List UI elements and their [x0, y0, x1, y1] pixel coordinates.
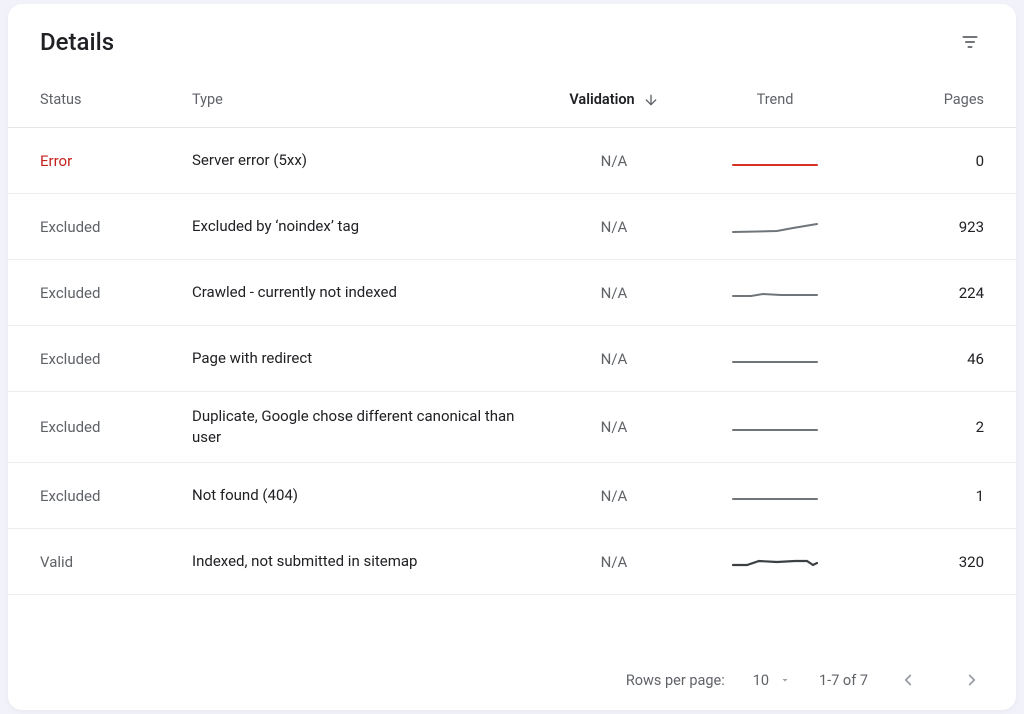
status-cell: Error: [40, 152, 192, 170]
status-cell: Excluded: [40, 418, 192, 436]
type-cell: Indexed, not submitted in sitemap: [192, 551, 528, 572]
type-cell: Page with redirect: [192, 348, 528, 369]
dropdown-icon: [779, 674, 791, 686]
status-cell: Excluded: [40, 218, 192, 236]
trend-sparkline: [731, 149, 819, 173]
pages-cell: 2: [850, 418, 984, 436]
table-header-row: Status Type Validation Trend Pages: [8, 72, 1016, 128]
status-cell: Excluded: [40, 284, 192, 302]
col-header-pages[interactable]: Pages: [850, 91, 984, 108]
trend-sparkline: [731, 550, 819, 574]
trend-sparkline: [731, 415, 819, 439]
chevron-right-icon: [963, 671, 981, 689]
status-text: Error: [40, 152, 72, 170]
validation-cell: N/A: [528, 350, 700, 368]
validation-cell: N/A: [528, 418, 700, 436]
trend-sparkline: [731, 484, 819, 508]
filter-icon: [960, 32, 980, 52]
validation-cell: N/A: [528, 218, 700, 236]
pager-next-button[interactable]: [960, 668, 984, 692]
details-card: Details Status Type Validation: [8, 4, 1016, 710]
table-row[interactable]: Excluded Page with redirect N/A 46: [8, 326, 1016, 392]
col-header-validation-label: Validation: [569, 91, 634, 108]
status-text: Excluded: [40, 487, 100, 505]
pager-nav: [896, 668, 984, 692]
pages-cell: 320: [850, 553, 984, 571]
trend-cell: [700, 281, 850, 305]
status-text: Excluded: [40, 284, 100, 302]
validation-cell: N/A: [528, 487, 700, 505]
type-cell: Crawled - currently not indexed: [192, 282, 528, 303]
type-cell: Not found (404): [192, 485, 528, 506]
status-cell: Excluded: [40, 350, 192, 368]
col-header-validation[interactable]: Validation: [528, 91, 700, 108]
pages-cell: 224: [850, 284, 984, 302]
validation-cell: N/A: [528, 284, 700, 302]
type-cell: Server error (5xx): [192, 150, 528, 171]
trend-sparkline: [731, 215, 819, 239]
table-pager: Rows per page: 10 1-7 of 7: [8, 654, 1016, 710]
trend-cell: [700, 484, 850, 508]
table-row[interactable]: Excluded Crawled - currently not indexed…: [8, 260, 1016, 326]
table-row[interactable]: Excluded Not found (404) N/A 1: [8, 463, 1016, 529]
type-cell: Excluded by ‘noindex’ tag: [192, 216, 528, 237]
chevron-left-icon: [899, 671, 917, 689]
table-row[interactable]: Excluded Duplicate, Google chose differe…: [8, 392, 1016, 463]
card-header: Details: [8, 4, 1016, 72]
pager-prev-button[interactable]: [896, 668, 920, 692]
filter-button[interactable]: [956, 28, 984, 56]
table-body: Error Server error (5xx) N/A 0 Excluded …: [8, 128, 1016, 595]
rows-per-page-value: 10: [753, 672, 769, 689]
details-table: Status Type Validation Trend Pages Error…: [8, 72, 1016, 654]
validation-cell: N/A: [528, 553, 700, 571]
trend-cell: [700, 415, 850, 439]
col-header-status[interactable]: Status: [40, 91, 192, 108]
status-text: Valid: [40, 553, 73, 571]
trend-sparkline: [731, 281, 819, 305]
trend-cell: [700, 550, 850, 574]
rows-per-page-label: Rows per page:: [626, 672, 725, 689]
card-title: Details: [40, 28, 114, 56]
trend-sparkline: [731, 347, 819, 371]
pages-cell: 923: [850, 218, 984, 236]
status-text: Excluded: [40, 218, 100, 236]
validation-cell: N/A: [528, 152, 700, 170]
pages-cell: 1: [850, 487, 984, 505]
trend-cell: [700, 149, 850, 173]
table-row[interactable]: Error Server error (5xx) N/A 0: [8, 128, 1016, 194]
col-header-trend[interactable]: Trend: [700, 91, 850, 108]
trend-cell: [700, 215, 850, 239]
sort-arrow-down-icon: [643, 92, 659, 108]
type-cell: Duplicate, Google chose different canoni…: [192, 406, 528, 448]
status-cell: Excluded: [40, 487, 192, 505]
col-header-type[interactable]: Type: [192, 91, 528, 108]
rows-per-page-select[interactable]: 10: [753, 672, 791, 689]
trend-cell: [700, 347, 850, 371]
pager-range: 1-7 of 7: [819, 672, 868, 689]
pages-cell: 46: [850, 350, 984, 368]
table-row[interactable]: Excluded Excluded by ‘noindex’ tag N/A 9…: [8, 194, 1016, 260]
status-cell: Valid: [40, 553, 192, 571]
status-text: Excluded: [40, 350, 100, 368]
pages-cell: 0: [850, 152, 984, 170]
status-text: Excluded: [40, 418, 100, 436]
table-row[interactable]: Valid Indexed, not submitted in sitemap …: [8, 529, 1016, 595]
